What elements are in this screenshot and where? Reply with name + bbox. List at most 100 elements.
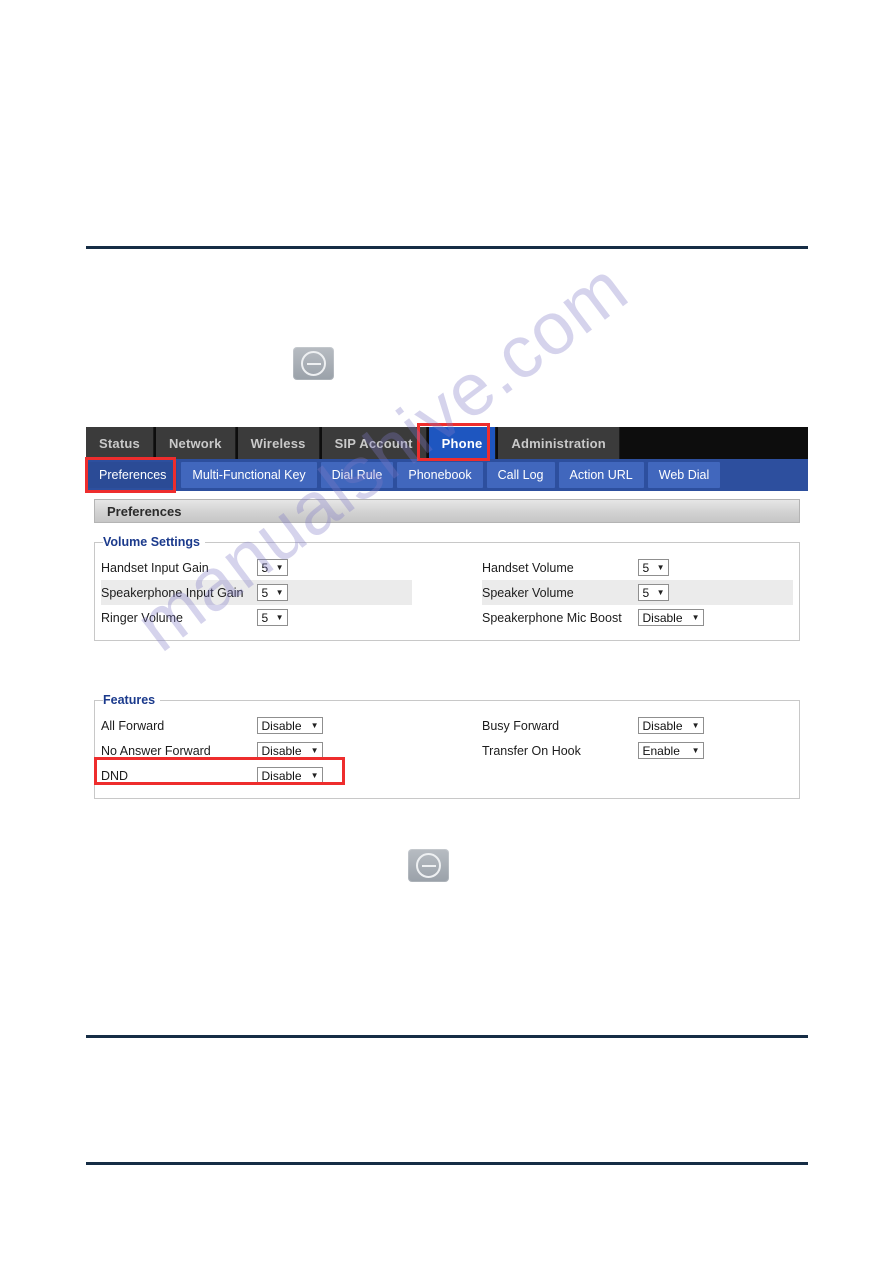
main-tab-label: Phone	[441, 435, 483, 451]
group-legend: Features	[103, 693, 156, 707]
select-no-answer-forward[interactable]: Disable ▼	[256, 742, 323, 759]
select-value: 5	[261, 585, 269, 600]
field-handset-volume: 5 ▼	[637, 555, 794, 580]
select-value: Enable	[642, 743, 680, 758]
field-ringer-volume: 5 ▼	[256, 605, 413, 630]
field-speakerphone-input-gain: 5 ▼	[256, 580, 412, 605]
group-features: Features All Forward Disable ▼ Busy Forw…	[94, 693, 800, 799]
select-handset-volume[interactable]: 5 ▼	[637, 559, 669, 576]
table-row: Speakerphone Input Gain 5 ▼ Speaker Volu…	[101, 580, 793, 605]
chevron-down-icon: ▼	[275, 587, 284, 597]
minus-bar	[306, 362, 321, 365]
field-speakerphone-mic-boost: Disable ▼	[637, 605, 794, 630]
label-all-forward: All Forward	[101, 718, 165, 733]
main-tab-phone[interactable]: Phone	[428, 427, 497, 459]
main-tab-label: Administration	[511, 435, 606, 451]
main-tab-label: Network	[168, 435, 222, 451]
table-row: All Forward Disable ▼ Busy Forward Disab…	[101, 713, 793, 738]
column-gap	[412, 605, 482, 630]
select-dnd[interactable]: Disable ▼	[256, 767, 323, 784]
label-ringer-volume: Ringer Volume	[101, 610, 183, 625]
table-row: Ringer Volume 5 ▼ Speakerphone Mic Boost…	[101, 605, 793, 630]
sub-tab-label: Web Dial	[658, 468, 710, 482]
label-speaker-volume: Speaker Volume	[482, 580, 638, 605]
page-rule-bottom	[86, 1035, 808, 1038]
select-ringer-volume[interactable]: 5 ▼	[256, 609, 288, 626]
main-tab-label: SIP Account	[334, 435, 413, 451]
chevron-down-icon: ▼	[656, 562, 665, 572]
chevron-down-icon: ▼	[275, 562, 284, 572]
circle-outline	[416, 853, 441, 878]
sub-tab-label: Dial Rule	[331, 468, 383, 482]
label-busy-forward: Busy Forward	[482, 718, 560, 733]
main-tab-label: Status	[99, 435, 140, 451]
select-handset-input-gain[interactable]: 5 ▼	[256, 559, 288, 576]
dnd-minus-circle-icon	[408, 849, 449, 882]
main-tab-bar: Status Network Wireless SIP Account Phon…	[86, 423, 808, 461]
field-transfer-on-hook: Enable ▼	[637, 738, 794, 763]
main-tab-administration[interactable]: Administration	[498, 427, 620, 459]
main-tab-network[interactable]: Network	[155, 427, 236, 459]
column-gap	[412, 580, 482, 605]
field-handset-input-gain: 5 ▼	[256, 555, 413, 580]
select-value: Disable	[261, 718, 302, 733]
sub-tab-dial-rule[interactable]: Dial Rule	[320, 462, 394, 488]
column-gap	[412, 763, 482, 788]
field-dnd: Disable ▼	[256, 763, 413, 788]
sub-tab-action-url[interactable]: Action URL	[558, 462, 644, 488]
sub-tab-multi-functional-key[interactable]: Multi-Functional Key	[181, 462, 317, 488]
page-title: Preferences	[94, 499, 800, 523]
main-tab-wireless[interactable]: Wireless	[237, 427, 320, 459]
field-all-forward: Disable ▼	[256, 713, 413, 738]
select-value: 5	[261, 560, 269, 575]
label-handset-input-gain: Handset Input Gain	[101, 560, 209, 575]
sub-tab-preferences[interactable]: Preferences	[88, 462, 178, 488]
select-value: 5	[642, 585, 650, 600]
sub-tab-bar: Preferences Multi-Functional Key Dial Ru…	[85, 457, 808, 493]
table-row: DND Disable ▼	[101, 763, 793, 788]
field-busy-forward: Disable ▼	[637, 713, 794, 738]
dnd-minus-circle-icon	[293, 347, 334, 380]
select-speakerphone-input-gain[interactable]: 5 ▼	[256, 584, 288, 601]
select-speaker-volume[interactable]: 5 ▼	[637, 584, 669, 601]
chevron-down-icon: ▼	[310, 745, 319, 755]
select-all-forward[interactable]: Disable ▼	[256, 717, 323, 734]
features-table: All Forward Disable ▼ Busy Forward Disab…	[101, 713, 793, 788]
label-dnd: DND	[101, 768, 129, 783]
page-rule-footer	[86, 1162, 808, 1165]
sub-tab-phonebook[interactable]: Phonebook	[397, 462, 483, 488]
select-speakerphone-mic-boost[interactable]: Disable ▼	[637, 609, 704, 626]
chevron-down-icon: ▼	[656, 587, 665, 597]
sub-tab-call-log[interactable]: Call Log	[486, 462, 555, 488]
chevron-down-icon: ▼	[310, 720, 319, 730]
select-value: 5	[261, 610, 269, 625]
sub-tab-web-dial[interactable]: Web Dial	[647, 462, 721, 488]
select-value: 5	[642, 560, 650, 575]
page-title-label: Preferences	[107, 503, 182, 519]
field-empty	[638, 763, 794, 788]
table-row: No Answer Forward Disable ▼ Transfer On …	[101, 738, 793, 763]
main-tab-sip-account[interactable]: SIP Account	[321, 427, 427, 459]
column-gap	[412, 555, 482, 580]
label-handset-volume: Handset Volume	[482, 560, 574, 575]
phone-web-ui-panel: Status Network Wireless SIP Account Phon…	[85, 423, 808, 811]
label-speakerphone-input-gain: Speakerphone Input Gain	[101, 580, 257, 605]
column-gap	[412, 738, 482, 763]
field-no-answer-forward: Disable ▼	[256, 738, 413, 763]
table-row: Handset Input Gain 5 ▼ Handset Volume 5 …	[101, 555, 793, 580]
label-no-answer-forward: No Answer Forward	[101, 743, 211, 758]
label-speakerphone-mic-boost: Speakerphone Mic Boost	[482, 610, 622, 625]
select-transfer-on-hook[interactable]: Enable ▼	[637, 742, 704, 759]
select-value: Disable	[261, 768, 302, 783]
label-transfer-on-hook: Transfer On Hook	[482, 743, 581, 758]
group-legend: Volume Settings	[103, 535, 201, 549]
main-tab-status[interactable]: Status	[86, 427, 154, 459]
minus-bar	[421, 864, 436, 867]
page-rule-top	[86, 246, 808, 249]
column-gap	[412, 713, 482, 738]
select-busy-forward[interactable]: Disable ▼	[637, 717, 704, 734]
field-speaker-volume: 5 ▼	[637, 580, 793, 605]
sub-tab-label: Multi-Functional Key	[192, 468, 306, 482]
select-value: Disable	[261, 743, 302, 758]
chevron-down-icon: ▼	[691, 745, 700, 755]
